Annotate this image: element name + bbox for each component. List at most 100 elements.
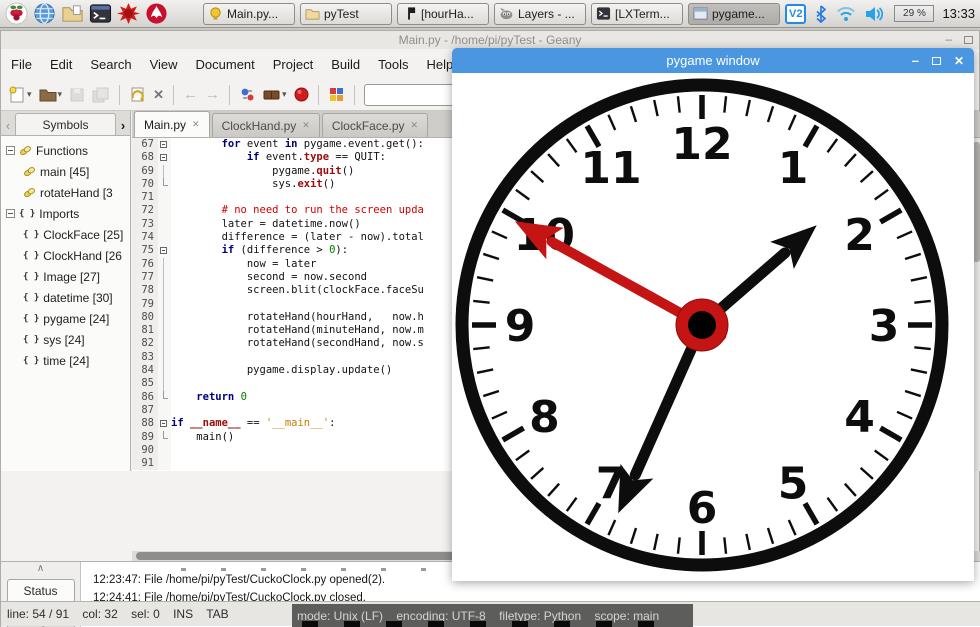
wolfram-icon[interactable]: [117, 2, 140, 26]
tab-status[interactable]: Status: [6, 579, 75, 603]
function-icon: [19, 145, 32, 156]
symbol-label: Imports: [39, 206, 80, 221]
minimize-icon[interactable]: –: [945, 32, 952, 46]
file-manager-icon[interactable]: [61, 2, 84, 26]
menu-file[interactable]: File: [11, 57, 32, 72]
taskbar-button-pytest[interactable]: pyTest: [299, 2, 392, 25]
navigate-forward-button[interactable]: →: [205, 86, 220, 103]
sidebar-scroll-right-icon[interactable]: ›: [116, 118, 130, 135]
symbol-datetime[interactable]: { } datetime [30]: [1, 287, 130, 308]
tree-expander-icon[interactable]: [6, 146, 15, 155]
symbol-label: sys [24]: [43, 332, 85, 347]
panel-scroll-up-icon[interactable]: ∧: [37, 564, 44, 574]
menu-tools[interactable]: Tools: [378, 57, 408, 72]
code-text: # no need to run the screen upda: [221, 204, 424, 217]
taskbar-button-lxterm[interactable]: [LXTerm...: [590, 2, 683, 25]
mathematica-icon[interactable]: [145, 2, 168, 26]
open-file-button[interactable]: ▾: [39, 83, 63, 107]
symbol-image[interactable]: { } Image [27]: [1, 266, 130, 287]
sidebar-scroll-left-icon[interactable]: ‹: [1, 118, 15, 135]
editor-tab-label: ClockHand.py: [221, 118, 297, 133]
new-file-dropdown-icon[interactable]: ▾: [27, 89, 32, 100]
vnc-icon[interactable]: V2: [784, 3, 807, 24]
menu-help[interactable]: Help: [427, 57, 454, 72]
menu-edit[interactable]: Edit: [50, 57, 72, 72]
symbol-rotatehand[interactable]: rotateHand [3: [1, 182, 130, 203]
fold-margin: [158, 377, 171, 391]
line-number: 72: [132, 204, 158, 218]
line-number: 88: [132, 417, 158, 431]
symbol-functions[interactable]: Functions: [1, 140, 130, 161]
open-file-dropdown-icon[interactable]: ▾: [58, 89, 63, 100]
fold-margin[interactable]: [158, 151, 171, 165]
taskbar-window-buttons: Main.py... pyTest [hourHa... Layers - ... [L…: [202, 2, 780, 25]
terminal-icon[interactable]: [89, 2, 112, 26]
code-text: rotateHand(minuteHand, now.m: [171, 324, 424, 337]
close-tab-icon[interactable]: ✕: [411, 120, 419, 131]
symbol-label: Functions: [36, 143, 89, 158]
fold-margin[interactable]: [158, 244, 171, 258]
build-button[interactable]: ▾: [263, 83, 287, 107]
close-file-button[interactable]: ✕: [153, 87, 164, 103]
maximize-icon[interactable]: [964, 36, 973, 44]
compile-button[interactable]: [239, 83, 256, 107]
symbol-clockface[interactable]: { } ClockFace [25]: [1, 224, 130, 245]
color-chooser-button[interactable]: [328, 83, 345, 107]
taskbar-clock[interactable]: 13:33: [942, 6, 975, 21]
close-tab-icon[interactable]: ✕: [302, 120, 310, 131]
symbol-time[interactable]: { } time [24]: [1, 350, 130, 371]
build-dropdown-icon[interactable]: ▾: [282, 89, 287, 100]
line-number: 78: [132, 284, 158, 298]
new-file-button[interactable]: ▾: [9, 83, 32, 107]
bluetooth-icon[interactable]: [814, 4, 828, 23]
maximize-icon[interactable]: [931, 56, 941, 65]
symbol-main[interactable]: main [45]: [1, 161, 130, 182]
fold-margin: [158, 310, 171, 325]
fold-margin: [158, 270, 171, 285]
fold-margin[interactable]: [158, 138, 171, 152]
taskbar-button-hourha[interactable]: [hourHa...: [396, 2, 489, 25]
code-text: pygame.quit(): [171, 164, 355, 177]
symbol-sys[interactable]: { } sys [24]: [1, 329, 130, 350]
tree-expander-icon[interactable]: [6, 209, 15, 218]
navigate-back-button[interactable]: ←: [183, 86, 198, 103]
menu-search[interactable]: Search: [90, 57, 131, 72]
fold-margin[interactable]: [158, 417, 171, 431]
symbol-imports[interactable]: { } Imports: [1, 203, 130, 224]
minimize-icon[interactable]: –: [912, 54, 919, 67]
cpu-monitor[interactable]: 29 %: [894, 5, 935, 22]
line-number: 90: [132, 443, 158, 458]
editor-tab-clockface-py[interactable]: ClockFace.py ✕: [321, 113, 429, 137]
close-tab-icon[interactable]: ✕: [192, 119, 200, 130]
taskbar-button-layers[interactable]: Layers - ...: [493, 2, 586, 25]
geany-titlebar[interactable]: Main.py - /home/pi/pyTest - Geany –: [1, 31, 979, 49]
wifi-icon[interactable]: [836, 5, 856, 23]
taskbar-button-label: Layers - ...: [517, 6, 575, 21]
editor-tab-main-py[interactable]: Main.py ✕: [134, 111, 210, 137]
symbol-clockhand[interactable]: { } ClockHand [26: [1, 245, 130, 266]
editor-tab-clockhand-py[interactable]: ClockHand.py ✕: [211, 113, 320, 137]
pygame-titlebar[interactable]: pygame window – ✕: [452, 48, 974, 73]
clipped-log-line: [181, 568, 481, 571]
save-all-button[interactable]: [92, 83, 110, 107]
taskbar-button-pygame[interactable]: pygame...: [687, 2, 780, 25]
symbol-label: ClockHand [26: [43, 248, 122, 263]
revert-button[interactable]: [129, 83, 146, 107]
menu-view[interactable]: View: [150, 57, 178, 72]
raspberry-menu-icon[interactable]: [5, 2, 28, 26]
menu-project[interactable]: Project: [273, 57, 313, 72]
volume-icon[interactable]: [864, 5, 886, 23]
scrollbar-thumb[interactable]: [973, 142, 980, 262]
menu-document[interactable]: Document: [196, 57, 255, 72]
symbol-pygame[interactable]: { } pygame [24]: [1, 308, 130, 329]
line-number: 89: [132, 430, 158, 444]
code-text: if __name__ == '__main__':: [171, 417, 336, 430]
web-browser-icon[interactable]: [33, 2, 56, 26]
menu-build[interactable]: Build: [331, 57, 360, 72]
save-button[interactable]: [69, 83, 85, 107]
taskbar-button-main-py[interactable]: Main.py...: [202, 2, 295, 25]
tab-symbols[interactable]: Symbols: [15, 113, 116, 135]
close-icon[interactable]: ✕: [954, 54, 964, 68]
clock-number-5: 5: [778, 458, 809, 509]
run-button[interactable]: [294, 83, 309, 107]
